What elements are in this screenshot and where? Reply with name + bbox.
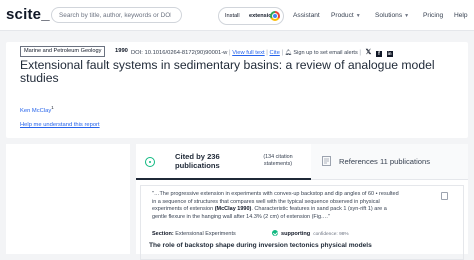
install-extension-button[interactable]: Install extension! [218,7,284,25]
cite-link[interactable]: Cite [270,50,280,56]
support-classification: supporting confidence: 98% [272,230,349,237]
confidence-score: confidence: 98% [313,232,349,237]
facebook-icon[interactable]: f [375,51,382,57]
divider: | [359,50,363,56]
nav-pricing[interactable]: Pricing [423,12,443,19]
article-title: Extensional fault systems in sedimentary… [20,58,435,85]
nav-product[interactable]: Product ▼ [331,12,361,19]
citation-snippet: "…The progressive extension in experimen… [152,191,402,221]
publication-year: 1990 [115,48,128,54]
left-sidebar-panel [6,144,130,254]
citation-bubble-icon [145,157,155,167]
citation-statement-card: "…The progressive extension in experimen… [140,185,464,260]
tab-references[interactable]: References 11 publications [311,144,468,180]
article-meta-row: DOI: 10.1016/0264-8172(90)90001-w | View… [131,48,393,57]
author-name: Ken McClay [20,107,52,114]
linkedin-icon[interactable]: in [386,51,393,57]
section-info: Section: Extensional Experiments [152,231,236,237]
snippet-citation-ref: (McClay 1990) [214,206,252,213]
email-alerts-link[interactable]: Sign up to set email alerts [293,50,357,56]
nav-product-label: Product [331,12,354,19]
author-affiliation-mark: 1 [51,105,54,110]
help-understand-report-link[interactable]: Help me understand this report [20,122,100,128]
nav-help[interactable]: Help [454,12,468,19]
chevron-down-icon: ▼ [355,13,361,19]
nav-solutions[interactable]: Solutions ▼ [375,12,409,19]
top-navigation-bar: scite_ Install extension! Assistant Prod… [0,0,474,31]
supporting-label: supporting [281,231,311,237]
citations-panel: Cited by 236 publications (134 citation … [136,144,468,260]
chrome-icon [270,11,280,21]
bell-icon[interactable]: 🔔︎ [285,50,292,56]
search-input[interactable] [59,10,171,21]
document-icon [322,156,331,166]
nav-assistant[interactable]: Assistant [293,12,320,19]
install-label: Install [225,13,240,19]
doi-text: DOI: 10.1016/0264-8172(90)90001-w [131,50,228,56]
copy-icon[interactable] [441,192,448,200]
citation-statements-count: (134 citation statements) [263,154,293,167]
twitter-icon[interactable]: 𝕏 [366,49,372,56]
nav-solutions-label: Solutions [375,12,403,19]
tab-cited-by[interactable]: Cited by 236 publications (134 citation … [136,144,311,180]
article-card: Marine and Petroleum Geology 1990 DOI: 1… [6,42,468,138]
check-circle-icon [272,230,278,236]
section-label: Section: [152,231,174,237]
author-link[interactable]: Ken McClay1 [20,105,54,114]
search-box[interactable] [51,7,182,23]
chevron-down-icon: ▼ [404,13,410,19]
cited-by-label: Cited by 236 publications [175,152,220,170]
scite-logo[interactable]: scite_ [6,6,50,23]
references-label: References 11 publications [339,157,431,166]
journal-badge[interactable]: Marine and Petroleum Geology [20,46,106,57]
section-value: Extensional Experiments [175,231,236,237]
view-full-text-link[interactable]: View full text [232,50,264,56]
